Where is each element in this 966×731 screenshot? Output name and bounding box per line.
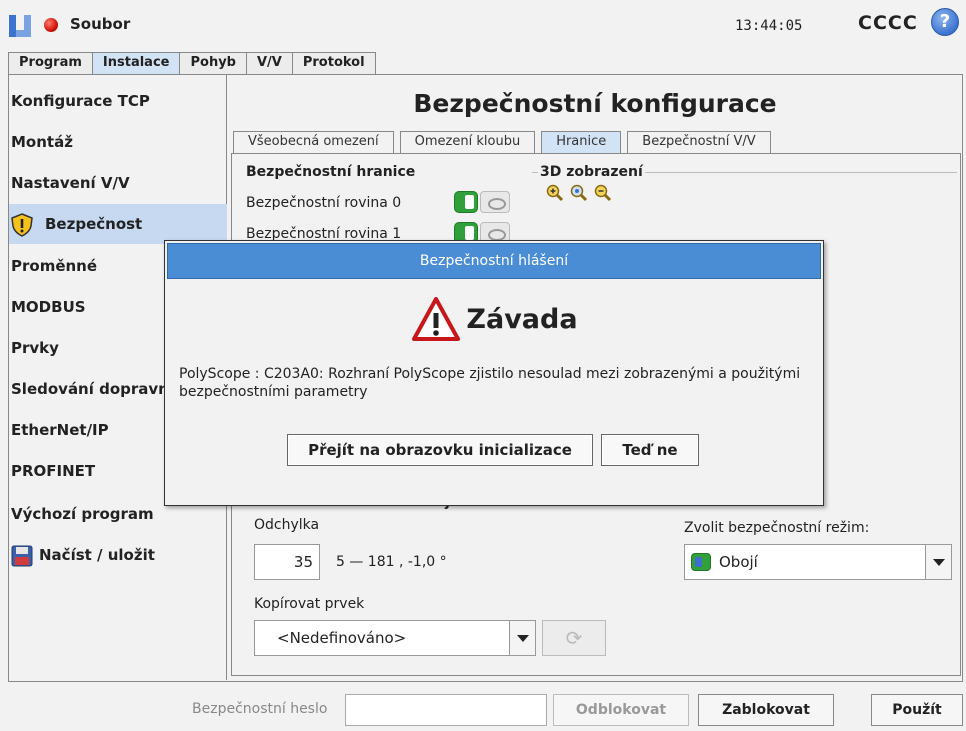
help-icon[interactable]: ? [931, 8, 959, 36]
clock: 13:44:05 [735, 18, 803, 34]
sidebar-item-label: Montáž [11, 133, 73, 151]
deviation-range: 5 — 181 , -1,0 ° [336, 554, 447, 570]
plane-0-toggle[interactable] [454, 191, 478, 213]
sidebar-item-load-save[interactable]: Načíst / uložit [9, 535, 227, 575]
sidebar-item-label: Načíst / uložit [39, 546, 155, 564]
sidebar-item-label: Bezpečnost [45, 215, 143, 233]
plane-label[interactable]: Bezpečnostní rovina 0 [246, 195, 401, 211]
tab-log[interactable]: Protokol [291, 52, 376, 74]
safety-mode-value: Obojí [719, 553, 758, 571]
tab-joint-limits[interactable]: Omezení kloubu [399, 131, 536, 153]
dialog-header: Bezpečnostní hlášení [167, 243, 821, 279]
copy-feature-label: Kopírovat prvek [254, 596, 365, 612]
copy-feature-value: <Nedefinováno> [277, 629, 407, 647]
status-dot-icon[interactable] [44, 18, 58, 32]
safety-mode-select[interactable]: Obojí [684, 544, 952, 580]
mode-label: Zvolit bezpečnostní režim: [684, 520, 870, 536]
tab-boundaries[interactable]: Hranice [541, 131, 622, 153]
safety-message-dialog: Bezpečnostní hlášení Závada PolyScope : … [164, 240, 824, 506]
file-menu[interactable]: Soubor [70, 15, 130, 33]
dialog-title: Závada [466, 303, 578, 335]
sidebar-item-mounting[interactable]: Montáž [9, 122, 227, 162]
go-to-init-button[interactable]: Přejít na obrazovku inicializace [287, 434, 593, 466]
sidebar-item-label: Nastavení V/V [11, 174, 130, 192]
zoom-out-icon[interactable] [594, 184, 612, 202]
chevron-down-icon[interactable] [509, 621, 535, 655]
deviation-label: Odchylka [254, 517, 320, 533]
universal-robots-logo-icon [9, 15, 31, 37]
sidebar-item-label: Konfigurace TCP [11, 92, 150, 110]
dialog-message: PolyScope : C203A0: Rozhraní PolyScope z… [179, 366, 801, 400]
main-tabs: Program Instalace Pohyb V/V Protokol [8, 52, 376, 74]
password-label: Bezpečnostní heslo [192, 701, 328, 717]
floppy-disk-icon [11, 545, 33, 566]
chevron-down-icon[interactable] [925, 545, 951, 579]
refresh-icon[interactable]: ⟳ [542, 620, 606, 656]
sidebar-item-safety[interactable]: Bezpečnost [9, 204, 227, 244]
sidebar-item-label: PROFINET [11, 462, 96, 480]
sidebar-item-label: EtherNet/IP [11, 421, 109, 439]
sidebar-item-label: Výchozí program [11, 505, 154, 523]
tab-io[interactable]: V/V [245, 52, 293, 74]
copy-feature-select[interactable]: <Nedefinováno> [254, 620, 536, 656]
sidebar-item-io-setup[interactable]: Nastavení V/V [9, 163, 227, 203]
tab-safety-io[interactable]: Bezpečnostní V/V [627, 131, 771, 153]
unlock-button[interactable]: Odblokovat [553, 694, 689, 726]
safety-mode-icon [691, 553, 711, 571]
dialog-title-row: Závada [165, 297, 825, 347]
lock-button[interactable]: Zablokovat [698, 694, 834, 726]
deviation-input[interactable]: 35 [254, 544, 320, 580]
zoom-in-icon[interactable] [546, 184, 564, 202]
safety-shield-icon [11, 212, 33, 237]
apply-button[interactable]: Použít [871, 694, 963, 726]
sidebar-item-label: MODBUS [11, 298, 86, 316]
top-bar: Soubor 13:44:05 CCCC ? [0, 0, 966, 52]
sub-tabs: Všeobecná omezení Omezení kloubu Hranice… [233, 131, 777, 153]
sidebar-item-tcp[interactable]: Konfigurace TCP [9, 81, 227, 121]
not-now-button[interactable]: Teď ne [601, 434, 699, 466]
tab-installation[interactable]: Instalace [91, 52, 181, 74]
page-title: Bezpečnostní konfigurace [413, 89, 777, 118]
tab-general-limits[interactable]: Všeobecná omezení [233, 131, 394, 153]
sidebar-item-label: Proměnné [11, 257, 98, 275]
eye-icon[interactable] [480, 191, 510, 213]
tab-move[interactable]: Pohyb [179, 52, 247, 74]
boundaries-title: Bezpečnostní hranice [246, 164, 416, 180]
zoom-reset-icon[interactable] [570, 184, 588, 202]
3d-view-title: 3D zobrazení [538, 164, 645, 180]
password-input[interactable] [345, 694, 547, 726]
robot-name: CCCC [858, 12, 918, 34]
sidebar-item-label: Prvky [11, 339, 59, 357]
tab-program[interactable]: Program [8, 52, 93, 74]
warning-triangle-icon [412, 297, 461, 341]
